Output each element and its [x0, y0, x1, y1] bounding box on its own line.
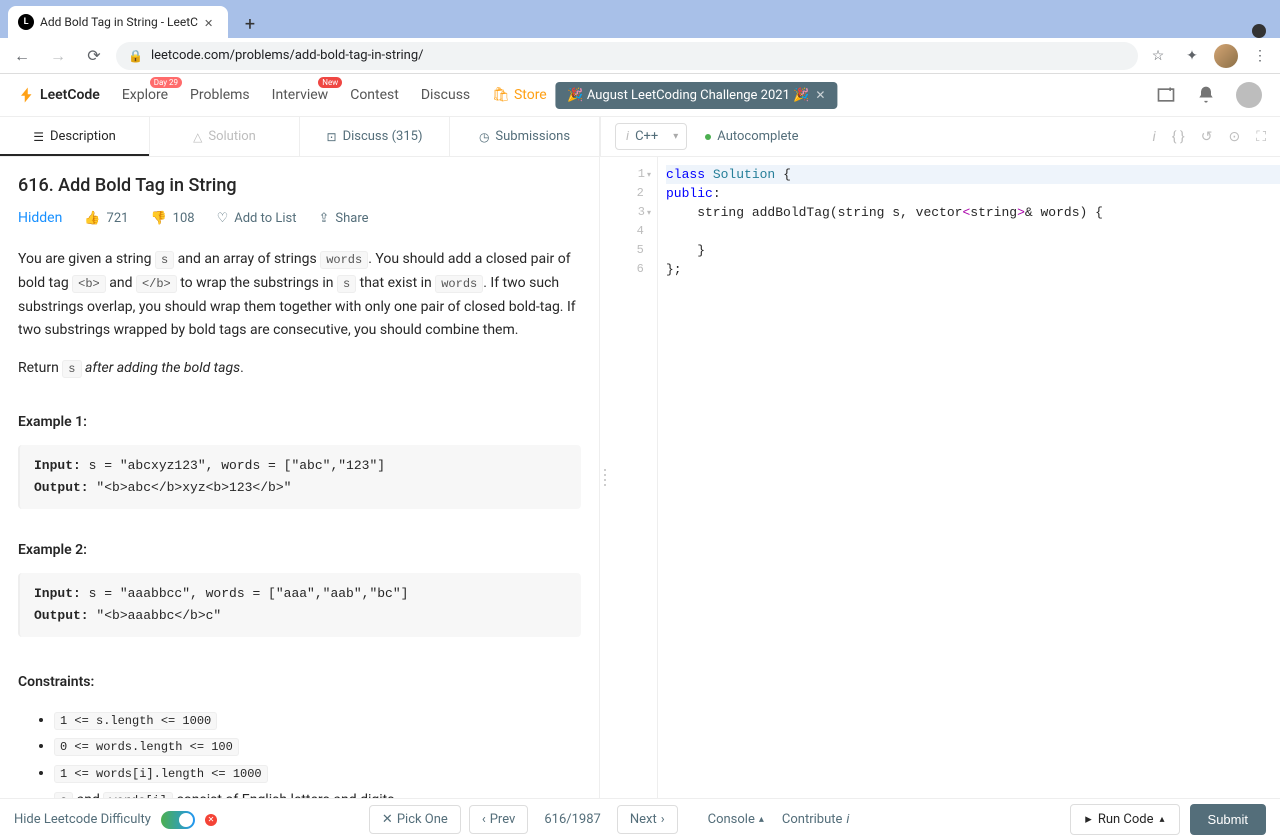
contribute-link[interactable]: Contribute i [782, 812, 850, 827]
share-button[interactable]: ⇪Share [318, 211, 368, 226]
dislike-button[interactable]: 👎108 [150, 211, 194, 226]
nav-interview[interactable]: Interview New [272, 87, 329, 103]
reset-icon[interactable]: ↺ [1201, 129, 1213, 145]
info-icon: i [846, 812, 849, 827]
tab-description[interactable]: ☰ Description [0, 117, 150, 156]
browser-tab-strip: L Add Bold Tag in String - LeetC [0, 0, 1280, 38]
logo-icon [18, 86, 36, 104]
profile-dot-icon[interactable] [1252, 24, 1266, 38]
example-1-block: Input: s = "abcxyz123", words = ["abc","… [18, 445, 581, 509]
next-button[interactable]: Next› [617, 805, 678, 834]
console-toggle[interactable]: Console ▴ [708, 812, 764, 827]
editor-content[interactable]: class Solution { public: string addBoldT… [658, 157, 1280, 798]
lock-icon: 🔒 [128, 49, 143, 63]
example-2-title: Example 2: [18, 539, 581, 563]
pick-one-button[interactable]: ✕Pick One [369, 805, 461, 834]
url-bar[interactable]: 🔒 leetcode.com/problems/add-bold-tag-in-… [116, 42, 1138, 70]
menu-icon[interactable]: ⋮ [1248, 44, 1272, 68]
code-editor[interactable]: 1▾ 2 3▾ 4 5 6 class Solution { public: s… [610, 157, 1280, 798]
editor-gutter: 1▾ 2 3▾ 4 5 6 [610, 157, 658, 798]
close-icon[interactable]: ✕ [815, 88, 825, 102]
chevron-left-icon: ‹ [482, 812, 486, 827]
panel-tabs: ☰ Description △ Solution ⊡ Discuss (315)… [0, 117, 1280, 157]
info-icon[interactable]: i [1152, 129, 1155, 145]
status-dot-icon [705, 134, 711, 140]
leetcode-navbar: LeetCode Explore Day 29 Problems Intervi… [0, 74, 1280, 117]
discuss-icon: ⊡ [327, 130, 337, 144]
description-icon: ☰ [33, 130, 44, 144]
fullscreen-icon[interactable]: ⛶ [1256, 129, 1266, 145]
nav-store[interactable]: 🛍 Store [492, 87, 547, 103]
share-icon: ⇪ [318, 211, 329, 226]
difficulty-toggle[interactable] [161, 811, 195, 829]
submit-button[interactable]: Submit [1190, 804, 1266, 835]
url-text: leetcode.com/problems/add-bold-tag-in-st… [151, 48, 424, 63]
reload-button[interactable]: ⟳ [80, 42, 108, 70]
add-to-list-button[interactable]: ♡Add to List [217, 211, 297, 226]
shuffle-icon: ✕ [382, 812, 393, 827]
nav-discuss[interactable]: Discuss [421, 87, 470, 103]
play-icon: ▸ [1085, 812, 1092, 827]
nav-problems[interactable]: Problems [190, 87, 250, 103]
challenge-banner[interactable]: 🎉 August LeetCoding Challenge 2021 🎉 ✕ [555, 82, 837, 109]
example-1-title: Example 1: [18, 411, 581, 435]
tab-solution[interactable]: △ Solution [150, 117, 300, 156]
browser-toolbar: ← → ⟳ 🔒 leetcode.com/problems/add-bold-t… [0, 38, 1280, 74]
tab-submissions[interactable]: ◷ Submissions [450, 117, 600, 156]
chevron-right-icon: › [661, 812, 665, 827]
playground-icon[interactable] [1156, 85, 1176, 105]
new-tab-button[interactable] [236, 10, 264, 38]
like-button[interactable]: 👍721 [84, 211, 128, 226]
problem-meta: Hidden 👍721 👎108 ♡Add to List ⇪Share [18, 210, 581, 226]
info-icon: i [626, 129, 629, 144]
explore-badge: Day 29 [150, 77, 182, 88]
difficulty-badge: Hidden [18, 210, 62, 226]
footer-bar: Hide Leetcode Difficulty ✕ ✕Pick One ‹Pr… [0, 798, 1280, 840]
remove-icon[interactable]: ✕ [205, 814, 217, 826]
store-icon: 🛍 [492, 87, 510, 103]
submissions-icon: ◷ [479, 130, 489, 144]
interview-badge: New [318, 77, 342, 88]
panel-splitter[interactable] [600, 157, 610, 798]
thumbs-down-icon: 👎 [150, 211, 166, 226]
language-select[interactable]: i C++ [615, 123, 687, 150]
nav-contest[interactable]: Contest [350, 87, 399, 103]
prev-button[interactable]: ‹Prev [469, 805, 529, 834]
heart-icon: ♡ [217, 211, 229, 226]
autocomplete-indicator[interactable]: Autocomplete [705, 129, 798, 144]
extensions-icon[interactable]: ✦ [1180, 44, 1204, 68]
favicon: L [18, 14, 34, 30]
problem-panel[interactable]: 616. Add Bold Tag in String Hidden 👍721 … [0, 157, 600, 798]
braces-icon[interactable]: { } [1172, 129, 1185, 145]
chevron-up-icon: ▴ [759, 814, 764, 825]
problem-description: You are given a string s and an array of… [18, 248, 581, 798]
bell-icon[interactable] [1196, 85, 1216, 105]
chevron-up-icon: ▴ [1160, 814, 1165, 825]
problem-title: 616. Add Bold Tag in String [18, 175, 581, 196]
hide-difficulty-label: Hide Leetcode Difficulty [14, 812, 151, 827]
user-avatar[interactable] [1236, 82, 1262, 108]
tab-title: Add Bold Tag in String - LeetC [40, 15, 198, 29]
back-button[interactable]: ← [8, 42, 36, 70]
constraints-title: Constraints: [18, 671, 581, 695]
run-code-button[interactable]: ▸Run Code▴ [1070, 804, 1179, 835]
browser-tab[interactable]: L Add Bold Tag in String - LeetC [8, 6, 228, 38]
close-icon[interactable] [204, 15, 218, 29]
settings-icon[interactable]: ⊙ [1228, 129, 1240, 145]
thumbs-up-icon: 👍 [84, 211, 100, 226]
constraints-list: 1 <= s.length <= 1000 0 <= words.length … [18, 707, 581, 798]
star-icon[interactable]: ☆ [1146, 44, 1170, 68]
lock-icon: △ [193, 130, 202, 144]
page-counter: 616/1987 [536, 812, 609, 827]
tab-discuss[interactable]: ⊡ Discuss (315) [300, 117, 450, 156]
profile-avatar[interactable] [1214, 44, 1238, 68]
forward-button[interactable]: → [44, 42, 72, 70]
example-2-block: Input: s = "aaabbcc", words = ["aaa","aa… [18, 573, 581, 637]
nav-explore[interactable]: Explore Day 29 [122, 87, 168, 103]
leetcode-logo[interactable]: LeetCode [18, 86, 100, 104]
